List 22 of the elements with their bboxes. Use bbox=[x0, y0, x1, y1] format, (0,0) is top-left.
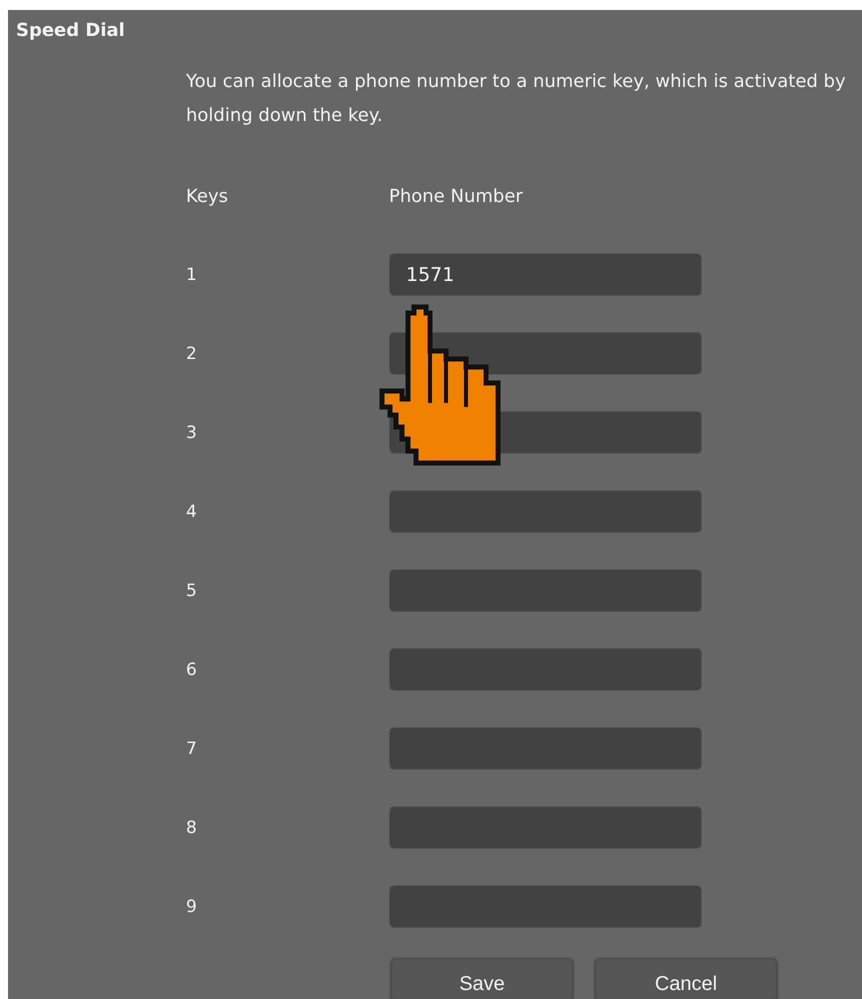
key-label: 2 bbox=[186, 344, 198, 364]
column-header: Keys bbox=[186, 185, 230, 209]
key-label: 7 bbox=[186, 738, 198, 758]
phone-number-field[interactable] bbox=[389, 490, 702, 533]
key-label: 8 bbox=[186, 818, 198, 838]
key-label: 9 bbox=[186, 896, 198, 916]
cancel-button[interactable]: Cancel bbox=[595, 958, 777, 999]
key-label: 3 bbox=[186, 422, 198, 442]
key-label: 1 bbox=[186, 264, 198, 284]
save-button[interactable]: Save bbox=[391, 958, 573, 999]
phone-number-field[interactable]: 1571 bbox=[389, 253, 702, 296]
key-label: 4 bbox=[186, 502, 198, 522]
description-text: You can allocate a phone number to a numeric key, which is activated by holding down the key. bbox=[186, 70, 847, 128]
phone-number-field[interactable] bbox=[389, 885, 702, 928]
phone-number-field[interactable] bbox=[389, 727, 702, 770]
phone-number-field[interactable] bbox=[389, 648, 702, 691]
phone-number-field[interactable] bbox=[389, 806, 702, 849]
section-title: Speed Dial bbox=[15, 19, 126, 41]
column-header: Phone Number bbox=[389, 185, 524, 209]
key-label: 5 bbox=[186, 580, 198, 600]
key-label: 6 bbox=[186, 660, 198, 680]
phone-number-field[interactable] bbox=[389, 569, 702, 612]
